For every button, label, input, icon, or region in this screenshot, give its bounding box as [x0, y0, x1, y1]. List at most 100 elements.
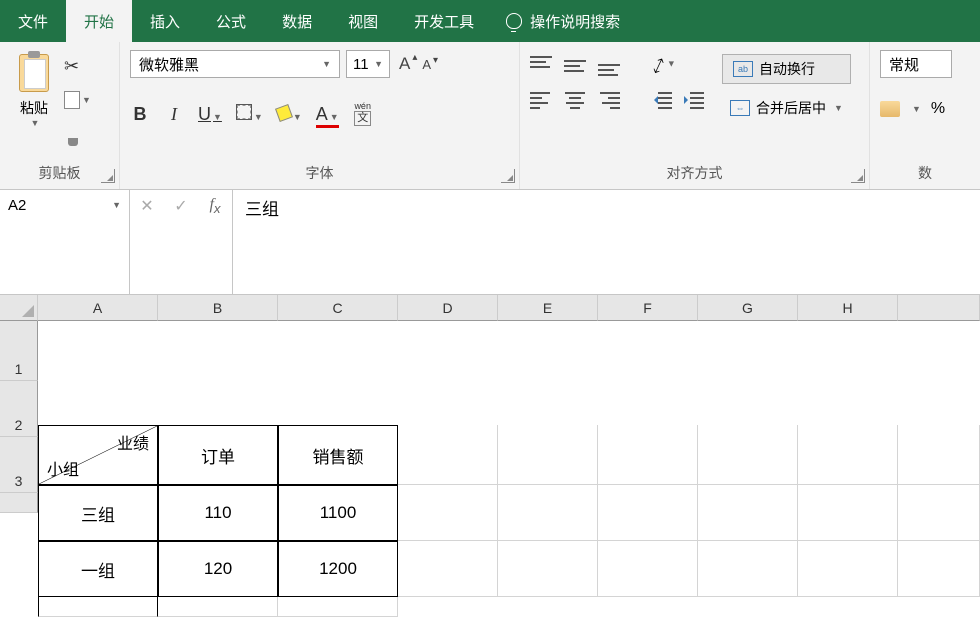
cell-C4[interactable]	[278, 597, 398, 617]
merge-center-button[interactable]: ⇔ 合并后居中 ▼	[722, 94, 851, 122]
accept-formula-button[interactable]: ✓	[164, 194, 198, 218]
lightbulb-icon	[506, 13, 522, 29]
align-top-button[interactable]	[530, 56, 552, 74]
italic-button[interactable]: I	[164, 104, 184, 125]
orientation-button[interactable]: ⤢▼	[650, 52, 678, 77]
cell-B3[interactable]: 120	[158, 541, 278, 597]
grow-font-button[interactable]: A▴	[396, 54, 413, 74]
spreadsheet-grid: 1 2 3 A B C D E F G H 业绩 小组 订单 销售额	[0, 295, 980, 555]
align-middle-button[interactable]	[564, 56, 586, 74]
cell-F1[interactable]	[598, 425, 698, 485]
currency-icon[interactable]	[880, 101, 900, 117]
select-all-corner[interactable]	[0, 295, 38, 321]
menu-developer[interactable]: 开发工具	[396, 0, 492, 42]
cell-C1[interactable]: 销售额	[278, 425, 398, 485]
align-left-button[interactable]	[530, 92, 552, 110]
menu-data[interactable]: 数据	[264, 0, 330, 42]
cell-E1[interactable]	[498, 425, 598, 485]
cell-A3[interactable]: 一组	[38, 541, 158, 597]
cell-D1[interactable]	[398, 425, 498, 485]
cell-A2[interactable]: 三组	[38, 485, 158, 541]
merge-icon: ⇔	[730, 100, 750, 116]
cell-F3[interactable]	[598, 541, 698, 597]
menu-home[interactable]: 开始	[66, 0, 132, 42]
cell-D2[interactable]	[398, 485, 498, 541]
font-color-button[interactable]: A▼	[316, 104, 339, 125]
tell-me-search[interactable]: 操作说明搜索	[492, 0, 620, 42]
underline-button[interactable]: U▼	[198, 104, 222, 125]
cell-H1[interactable]	[798, 425, 898, 485]
cell-A4[interactable]	[38, 597, 158, 617]
format-painter-button[interactable]	[64, 123, 91, 141]
cell-B2[interactable]: 110	[158, 485, 278, 541]
cell-C2[interactable]: 1100	[278, 485, 398, 541]
align-center-button[interactable]	[564, 92, 586, 110]
font-size-combo[interactable]: 11 ▼	[346, 50, 390, 78]
cell-I1[interactable]	[898, 425, 980, 485]
copy-button[interactable]: ▼	[64, 91, 91, 109]
cell-G3[interactable]	[698, 541, 798, 597]
cell-G2[interactable]	[698, 485, 798, 541]
check-icon: ✓	[174, 196, 187, 216]
column-header[interactable]: A	[38, 295, 158, 321]
ribbon: 粘贴 ▼ ✂ ▼ 剪贴板 微软雅黑 ▼ 11 ▼ A	[0, 42, 980, 190]
chevron-down-icon: ▼	[322, 59, 331, 69]
column-header[interactable]: E	[498, 295, 598, 321]
column-header[interactable]: C	[278, 295, 398, 321]
bold-button[interactable]: B	[130, 104, 150, 125]
chevron-down-icon: ▼	[82, 95, 91, 105]
formula-input[interactable]: 三组	[232, 190, 980, 294]
menu-file[interactable]: 文件	[0, 0, 66, 42]
increase-indent-button[interactable]	[684, 92, 704, 108]
menu-insert[interactable]: 插入	[132, 0, 198, 42]
align-bottom-button[interactable]	[598, 56, 620, 74]
cell-E3[interactable]	[498, 541, 598, 597]
cell-H2[interactable]	[798, 485, 898, 541]
scissors-icon: ✂	[64, 56, 79, 76]
cell-G1[interactable]	[698, 425, 798, 485]
cut-button[interactable]: ✂	[64, 56, 91, 77]
paste-button[interactable]: 粘贴 ▼	[10, 50, 58, 128]
cell-D3[interactable]	[398, 541, 498, 597]
paste-label: 粘贴	[20, 98, 48, 118]
align-right-button[interactable]	[598, 92, 620, 110]
cells-area[interactable]: 业绩 小组 订单 销售额 三组 110 1100 一组 120 1200	[38, 425, 980, 555]
name-box[interactable]: A2 ▼	[0, 190, 130, 294]
dialog-launcher-icon[interactable]	[101, 169, 115, 183]
number-format-combo[interactable]: 常规	[880, 50, 952, 78]
cell-B1[interactable]: 订单	[158, 425, 278, 485]
cell-I2[interactable]	[898, 485, 980, 541]
dialog-launcher-icon[interactable]	[851, 169, 865, 183]
borders-button[interactable]: ▼	[236, 104, 263, 125]
cancel-formula-button[interactable]: ✕	[130, 194, 164, 218]
font-name-combo[interactable]: 微软雅黑 ▼	[130, 50, 340, 78]
cell-F2[interactable]	[598, 485, 698, 541]
menu-formulas[interactable]: 公式	[198, 0, 264, 42]
row-header[interactable]: 2	[0, 381, 38, 437]
row-header[interactable]: 1	[0, 321, 38, 381]
row-header[interactable]: 3	[0, 437, 38, 493]
column-header[interactable]: F	[598, 295, 698, 321]
dialog-launcher-icon[interactable]	[501, 169, 515, 183]
cell-H3[interactable]	[798, 541, 898, 597]
row-header[interactable]	[0, 493, 38, 513]
fill-color-button[interactable]: ▼	[277, 104, 302, 125]
menu-view[interactable]: 视图	[330, 0, 396, 42]
cell-B4[interactable]	[158, 597, 278, 617]
wrap-text-button[interactable]: ab 自动换行	[722, 54, 851, 84]
cell-C3[interactable]: 1200	[278, 541, 398, 597]
percent-button[interactable]: %	[931, 100, 945, 118]
column-header[interactable]: H	[798, 295, 898, 321]
cell-A1[interactable]: 业绩 小组	[38, 425, 158, 485]
column-header[interactable]: B	[158, 295, 278, 321]
column-header[interactable]: G	[698, 295, 798, 321]
column-header[interactable]: D	[398, 295, 498, 321]
insert-function-button[interactable]: fx	[198, 194, 232, 218]
phonetic-button[interactable]: wén 文	[353, 102, 373, 126]
cell-E2[interactable]	[498, 485, 598, 541]
column-header[interactable]	[898, 295, 980, 321]
font-size-value: 11	[353, 56, 369, 73]
cell-I3[interactable]	[898, 541, 980, 597]
decrease-indent-button[interactable]	[652, 92, 672, 108]
shrink-font-button[interactable]: A▾	[419, 57, 434, 72]
